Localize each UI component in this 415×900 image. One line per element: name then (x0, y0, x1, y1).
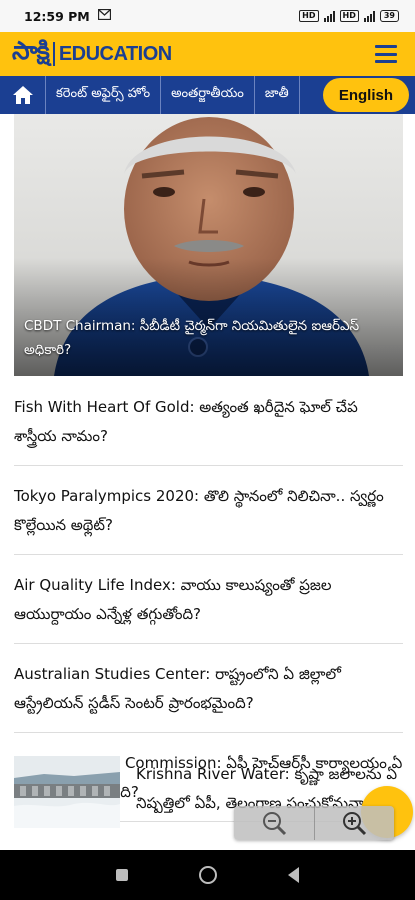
nav-item-international[interactable]: అంతర్జాతీయం (161, 76, 255, 114)
hero-caption[interactable]: CBDT Chairman: సీబీడీటీ చైర్మన్‌గా నియమి… (24, 314, 393, 362)
logo-sub[interactable]: EDUCATION (59, 43, 172, 66)
nav-item-national[interactable]: జాతీ (255, 76, 300, 114)
logo-divider (52, 42, 55, 66)
logo-main[interactable]: సాక్షి (12, 36, 50, 72)
english-button[interactable]: English (322, 78, 409, 112)
status-icons: HD HD 39 (299, 10, 399, 22)
article-thumbnail[interactable] (14, 756, 120, 828)
category-nav: కరెంట్ అఫైర్స్ హోం అంతర్జాతీయం జాతీ Engl… (0, 76, 415, 114)
zoom-out-icon[interactable] (234, 806, 314, 840)
back-icon[interactable] (288, 867, 300, 883)
zoom-in-icon[interactable] (313, 806, 394, 840)
home-circle-icon[interactable] (198, 866, 217, 884)
status-time: 12:59 PM (24, 8, 90, 24)
list-item[interactable]: Fish With Heart Of Gold: అత్యంత ఖరీదైన ఘ… (14, 376, 403, 466)
mail-icon (97, 8, 111, 23)
system-navigation-bar (0, 850, 415, 900)
sim1-hd-badge: HD (299, 10, 319, 22)
sim2-hd-badge: HD (339, 10, 359, 22)
hamburger-icon[interactable] (375, 45, 397, 63)
recents-icon[interactable] (115, 869, 128, 881)
app-screen: 12:59 PM HD HD 39 సాక్షి EDUCATION కరెంట… (0, 0, 415, 900)
signal-icon-2 (363, 10, 375, 22)
home-icon[interactable] (0, 76, 46, 114)
battery-icon: 39 (379, 10, 399, 22)
list-item[interactable]: Tokyo Paralympics 2020: తొలి స్థానంలో ని… (14, 466, 403, 555)
status-bar: 12:59 PM HD HD 39 (0, 0, 415, 32)
hero-story[interactable]: CBDT Chairman: సీబీడీటీ చైర్మన్‌గా నియమి… (14, 114, 403, 376)
nav-item-current-affairs[interactable]: కరెంట్ అఫైర్స్ హోం (46, 76, 162, 114)
list-item[interactable]: Air Quality Life Index: వాయు కాలుష్యంతో … (14, 555, 403, 644)
list-item[interactable]: Australian Studies Center: రాష్ట్రంలోని … (14, 644, 403, 733)
zoom-controls (234, 806, 394, 840)
signal-icon (323, 10, 335, 22)
app-header: సాక్షి EDUCATION (0, 32, 415, 76)
